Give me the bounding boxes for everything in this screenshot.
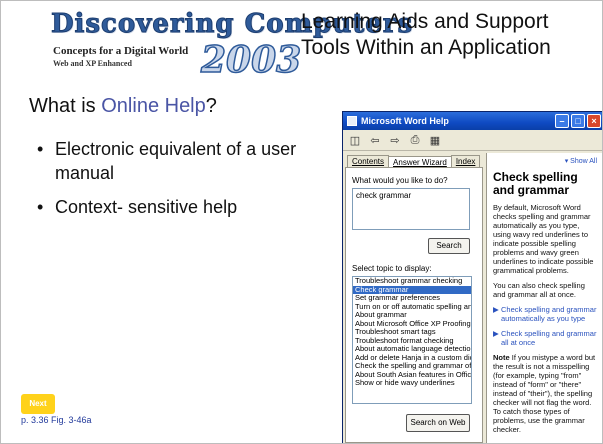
note-label: Note [493, 353, 510, 362]
tab-contents[interactable]: Contents [347, 155, 390, 167]
help-app-icon [347, 116, 357, 126]
help-content-pane: ▾ Show All Check spelling and grammar By… [486, 153, 602, 443]
next-button[interactable]: Next [21, 394, 55, 414]
back-arrow-icon[interactable]: ⇦ [368, 133, 382, 147]
list-item[interactable]: Show or hide wavy underlines [353, 378, 471, 388]
help-toolbar: ◫ ⇦ ⇨ ⎙ ▦ [343, 130, 602, 151]
heading-suffix: ? [205, 95, 217, 117]
logo-subtitle: Concepts for a Digital World [53, 45, 189, 57]
bullet-text: Context- sensitive help [55, 197, 238, 217]
logo-subtitle-2: Web and XP Enhanced [53, 59, 132, 68]
forward-arrow-icon[interactable]: ⇨ [388, 133, 402, 147]
slide-title: Learning Aids and Support Tools Within a… [301, 10, 551, 59]
search-on-web-button[interactable]: Search on Web [406, 414, 470, 432]
content-title: Check spelling and grammar [493, 170, 578, 197]
topic-listbox[interactable]: Troubleshoot grammar checking Check gram… [352, 276, 472, 404]
question-input[interactable]: check grammar [352, 188, 470, 230]
print-icon[interactable]: ⎙ [408, 133, 422, 147]
discovering-computers-logo: Discovering Computers Concepts for a Dig… [50, 9, 412, 82]
section-heading: What is Online Help? [29, 95, 217, 118]
expand-arrow-icon: ▶ [493, 305, 499, 314]
bullet-item: • Context- sensitive help [37, 195, 327, 219]
tab-index[interactable]: Index [450, 155, 481, 167]
note-paragraph: Note If you mistype a word but the resul… [493, 353, 597, 434]
help-left-pane: Contents Answer Wizard Index What would … [345, 153, 483, 443]
help-link-text[interactable]: Check spelling and grammar automatically… [501, 305, 596, 323]
help-link[interactable]: ▶ Check spelling and grammar automaticall… [493, 305, 597, 323]
maximize-icon[interactable]: □ [571, 114, 585, 128]
bullet-list: • Electronic equivalent of a user manual … [37, 137, 327, 229]
note-text: If you mistype a word but the result is … [493, 353, 596, 434]
heading-highlight: Online Help [101, 95, 206, 117]
bullet-text: Electronic equivalent of a user manual [55, 139, 297, 183]
figure-reference: p. 3.36 Fig. 3-46a [21, 415, 92, 425]
search-button[interactable]: Search [428, 238, 470, 254]
bullet-dot: • [37, 139, 44, 159]
heading-prefix: What is [29, 95, 102, 117]
help-link-text[interactable]: Check spelling and grammar all at once [501, 329, 596, 347]
content-paragraph: You can also check spelling and grammar … [493, 281, 585, 299]
bullet-item: • Electronic equivalent of a user manual [37, 137, 327, 185]
help-link[interactable]: ▶ Check spelling and grammar all at once [493, 329, 597, 347]
logo-year: 2003 [200, 38, 302, 82]
options-icon[interactable]: ▦ [428, 133, 442, 147]
help-window: Microsoft Word Help – □ × ◫ ⇦ ⇨ ⎙ ▦ Cont… [342, 111, 602, 443]
tile-icon[interactable]: ◫ [348, 133, 362, 147]
question-label: What would you like to do? [352, 176, 448, 185]
slide: Discovering Computers Concepts for a Dig… [0, 0, 603, 444]
help-window-titlebar[interactable]: Microsoft Word Help – □ × [343, 112, 602, 130]
content-paragraph: By default, Microsoft Word checks spelli… [493, 203, 594, 275]
answer-wizard-panel: What would you like to do? check grammar… [345, 167, 483, 443]
window-controls: – □ × [555, 114, 601, 128]
help-window-title: Microsoft Word Help [361, 116, 449, 126]
topic-label: Select topic to display: [352, 264, 432, 273]
bullet-dot: • [37, 197, 44, 217]
close-icon[interactable]: × [587, 114, 601, 128]
minimize-icon[interactable]: – [555, 114, 569, 128]
expand-arrow-icon: ▶ [493, 329, 499, 338]
help-tabs: Contents Answer Wizard Index [345, 153, 483, 168]
show-all-link[interactable]: ▾ Show All [493, 157, 597, 165]
